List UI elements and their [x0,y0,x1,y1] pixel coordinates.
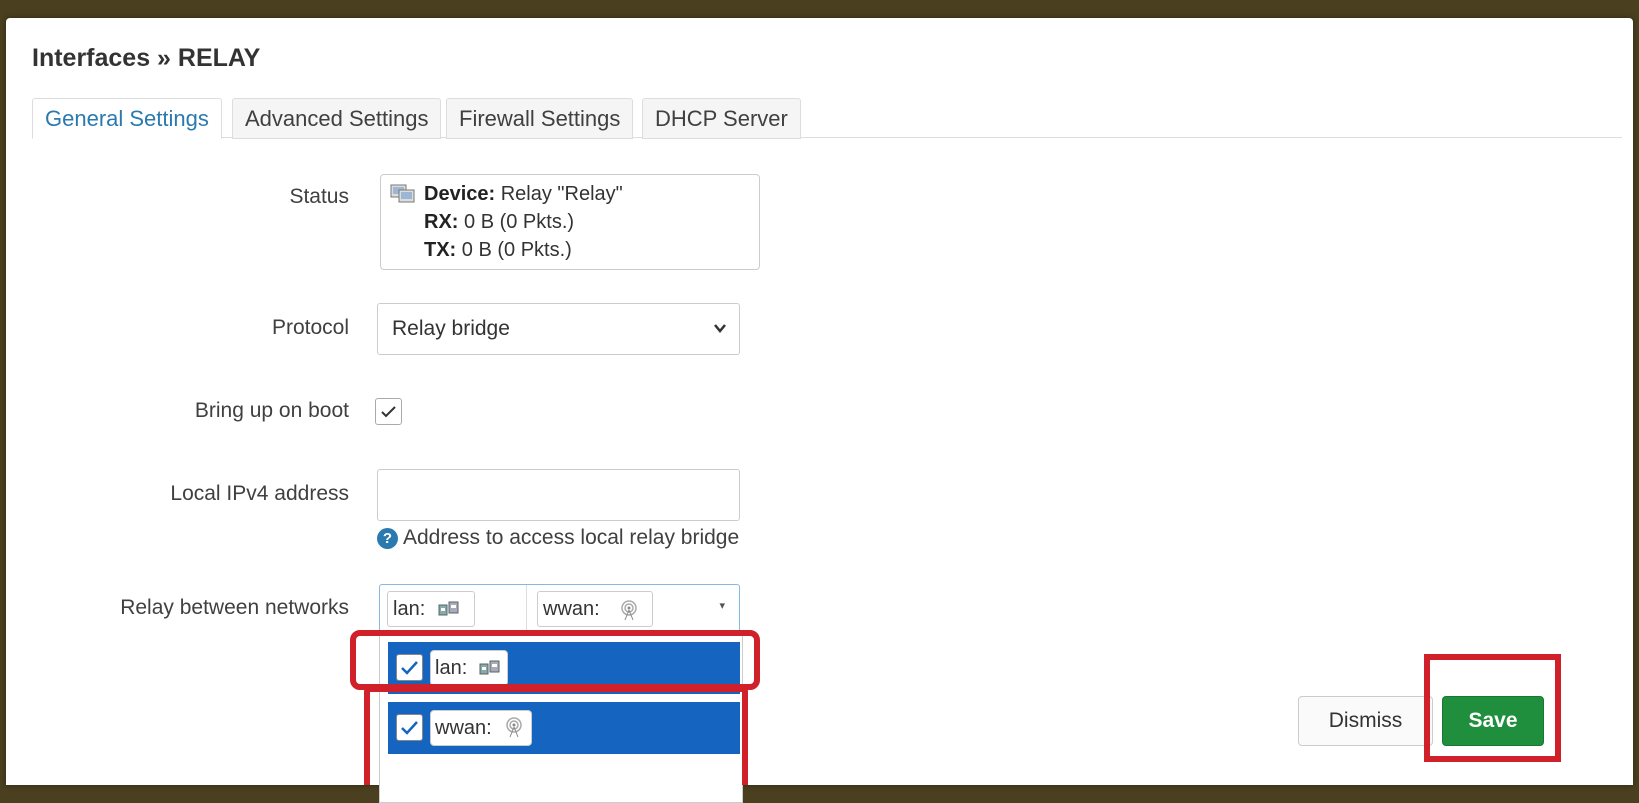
network-device-icon [390,182,416,204]
protocol-value: Relay bridge [392,317,510,340]
status-rx-value: 0 B (0 Pkts.) [464,211,575,233]
annotation-highlight-save [1424,654,1561,762]
status-label: Status [289,185,349,208]
selected-chip-wwan: wwan: [537,591,653,627]
status-device-value: Relay "Relay" [500,183,623,205]
tab-firewall-settings[interactable]: Firewall Settings [446,98,634,139]
local-ipv4-help-text: Address to access local relay bridge [403,526,740,549]
status-device-key: Device: [424,183,496,205]
relay-networks-label: Relay between networks [120,596,349,619]
annotation-highlight-wwan [364,686,748,785]
bring-up-on-boot-label: Bring up on boot [194,399,349,422]
chevron-down-icon [713,304,727,354]
help-icon: ? [377,528,398,549]
status-tx-key: TX: [424,239,457,261]
tab-general-settings[interactable]: General Settings [32,98,222,139]
local-ipv4-help: ? Address to access local relay bridge [377,526,739,550]
dismiss-button[interactable]: Dismiss [1298,696,1433,746]
local-ipv4-label: Local IPv4 address [170,482,349,505]
modal-title: Interfaces » RELAY [32,44,261,72]
page-background [0,0,1639,18]
dropdown-caret-icon: ▾ [719,600,725,612]
annotation-highlight-lan [350,630,760,690]
bring-up-on-boot-checkbox[interactable] [375,398,402,425]
status-box: Device: Relay "Relay" RX: 0 B (0 Pkts.) … [380,174,760,270]
checkmark-icon [381,406,396,418]
protocol-label: Protocol [271,316,349,339]
tab-advanced-settings[interactable]: Advanced Settings [232,98,442,139]
ethernet-icon [438,600,460,618]
wireless-icon [618,599,640,621]
selected-chip-lan: lan: [387,591,475,627]
tab-dhcp-server[interactable]: DHCP Server [642,98,801,139]
relay-networks-multiselect[interactable]: lan: wwan: ▾ [379,584,740,634]
protocol-select[interactable]: Relay bridge [377,303,740,355]
interface-edit-modal: Interfaces » RELAY General Settings Adva… [6,18,1633,803]
chip-separator [526,585,527,633]
status-rx-key: RX: [424,211,459,233]
status-tx-value: 0 B (0 Pkts.) [461,239,572,261]
tab-bar: General Settings Advanced Settings Firew… [32,98,1622,139]
local-ipv4-input[interactable] [377,469,740,521]
